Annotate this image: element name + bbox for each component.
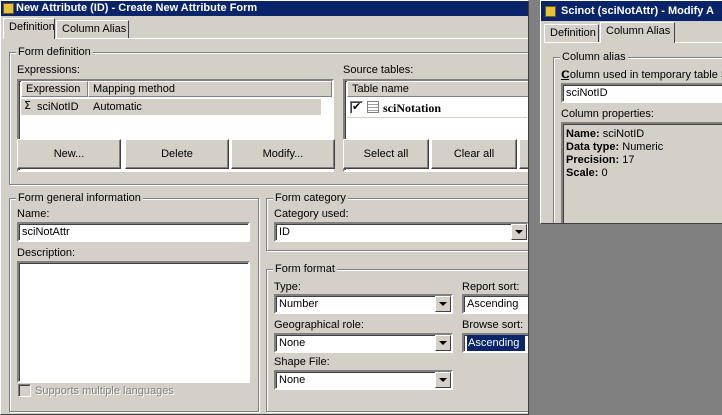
prop-name: Name: sciNotID <box>566 128 644 141</box>
delete-button[interactable]: Delete <box>125 139 229 169</box>
category-value: ID <box>279 226 290 238</box>
select-all-button[interactable]: Select all <box>343 139 429 169</box>
chevron-down-icon[interactable] <box>435 372 451 388</box>
type-label: Type: <box>274 281 301 293</box>
chevron-down-icon[interactable] <box>435 335 451 351</box>
shape-file-value: None <box>279 374 306 386</box>
app-icon <box>545 6 556 17</box>
modify-button[interactable]: Modify... <box>231 139 335 169</box>
tab-definition[interactable]: Definition <box>3 18 55 39</box>
column-properties-box: Name: sciNotID Data type: Numeric Precis… <box>561 122 722 223</box>
clear-all-button[interactable]: Clear all <box>431 139 517 169</box>
prop-datatype-val: Numeric <box>622 141 664 153</box>
expressions-label: Expressions: <box>17 64 80 76</box>
supports-ml-checkbox[interactable] <box>18 384 31 397</box>
type-value: Number <box>279 298 319 310</box>
modify-window-title: Scinot (sciNotAttr) - Modify A <box>561 5 714 17</box>
prop-scale: Scale: 0 <box>566 167 608 180</box>
prop-datatype: Data type: Numeric <box>566 141 663 154</box>
modify-attribute-window: Scinot (sciNotAttr) - Modify A Definitio… <box>540 0 722 224</box>
column-properties-label: Column properties: <box>561 108 654 120</box>
modify-tabs: Definition Column Alias <box>544 22 722 43</box>
main-title-bar[interactable]: New Attribute (ID) - Create New Attribut… <box>1 1 528 16</box>
geo-role-label: Geographical role: <box>274 319 364 331</box>
geo-role-value: None <box>279 337 306 349</box>
mapping-cell: Automatic <box>93 101 142 113</box>
expression-cell: sciNotID <box>37 101 79 113</box>
expression-row[interactable]: Σ sciNotID Automatic <box>21 99 321 115</box>
shape-file-label: Shape File: <box>274 356 330 368</box>
sci-notation-checkbox[interactable] <box>350 100 363 114</box>
expression-column-header[interactable]: Expression <box>21 81 88 97</box>
form-category-label: Form category <box>273 192 348 204</box>
browse-sort-value: Ascending <box>467 335 526 351</box>
tab-definition-secondary[interactable]: Definition <box>544 24 599 42</box>
form-definition-label: Form definition <box>16 46 93 58</box>
report-sort-select[interactable]: Ascending <box>462 294 528 314</box>
category-used-label: Category used: <box>274 208 349 220</box>
name-label: Name: <box>17 208 50 220</box>
column-alias-panel: Column alias CColumn used in temporary t… <box>544 42 722 223</box>
geo-role-select[interactable]: None <box>274 333 453 353</box>
sigma-icon: Σ <box>24 99 31 112</box>
main-tabs: Definition Column Alias <box>3 18 203 39</box>
prop-datatype-key: Data type: <box>566 141 620 153</box>
shape-file-select[interactable]: None <box>274 370 453 390</box>
report-sort-label: Report sort: <box>462 281 520 293</box>
table-name-column-header[interactable]: Table name <box>347 81 528 97</box>
new-button[interactable]: New... <box>17 139 121 169</box>
column-used-label: CColumn used in temporary table SC <box>561 69 722 81</box>
prop-precision-val: 17 <box>622 154 635 166</box>
name-input[interactable]: sciNotAttr <box>17 222 250 242</box>
mapping-method-column-header[interactable]: Mapping method <box>88 81 332 97</box>
chevron-down-icon[interactable] <box>435 296 451 312</box>
column-used-input[interactable]: sciNotID <box>561 83 722 103</box>
extra-button[interactable] <box>519 139 528 169</box>
source-table-name: sciNotation <box>383 101 441 115</box>
source-tables-label: Source tables: <box>343 64 414 76</box>
form-format-label: Form format <box>273 263 337 275</box>
supports-ml-label: Supports multiple languages <box>35 385 174 397</box>
category-select[interactable]: ID <box>274 222 528 242</box>
modify-title-bar[interactable]: Scinot (sciNotAttr) - Modify A <box>541 1 722 21</box>
column-used-label-text: Column used in temporary table SC <box>561 69 722 81</box>
general-info-label: Form general information <box>16 192 143 204</box>
definition-panel: Form definition Expressions: Expression … <box>3 38 528 414</box>
main-window: New Attribute (ID) - Create New Attribut… <box>0 0 529 415</box>
chevron-down-icon[interactable] <box>511 224 527 240</box>
browse-sort-label: Browse sort: <box>462 319 524 331</box>
tab-column-alias-secondary[interactable]: Column Alias <box>600 22 675 43</box>
tab-column-alias[interactable]: Column Alias <box>56 20 129 38</box>
prop-name-key: Name: <box>566 128 600 140</box>
description-label: Description: <box>17 247 76 259</box>
main-window-title: New Attribute (ID) - Create New Attribut… <box>16 2 258 14</box>
prop-precision: Precision: 17 <box>566 154 635 167</box>
prop-scale-key: Scale: <box>566 167 599 179</box>
prop-scale-val: 0 <box>601 167 608 179</box>
report-sort-value: Ascending <box>467 298 519 310</box>
browse-sort-select[interactable]: Ascending <box>462 333 528 353</box>
table-icon <box>367 101 379 113</box>
app-icon <box>3 3 14 14</box>
description-textarea[interactable] <box>17 261 250 383</box>
column-alias-label: Column alias <box>560 51 628 63</box>
prop-precision-key: Precision: <box>566 154 620 166</box>
type-select[interactable]: Number <box>274 294 453 314</box>
source-table-row-bg <box>347 117 527 118</box>
prop-name-val: sciNotID <box>602 128 645 140</box>
